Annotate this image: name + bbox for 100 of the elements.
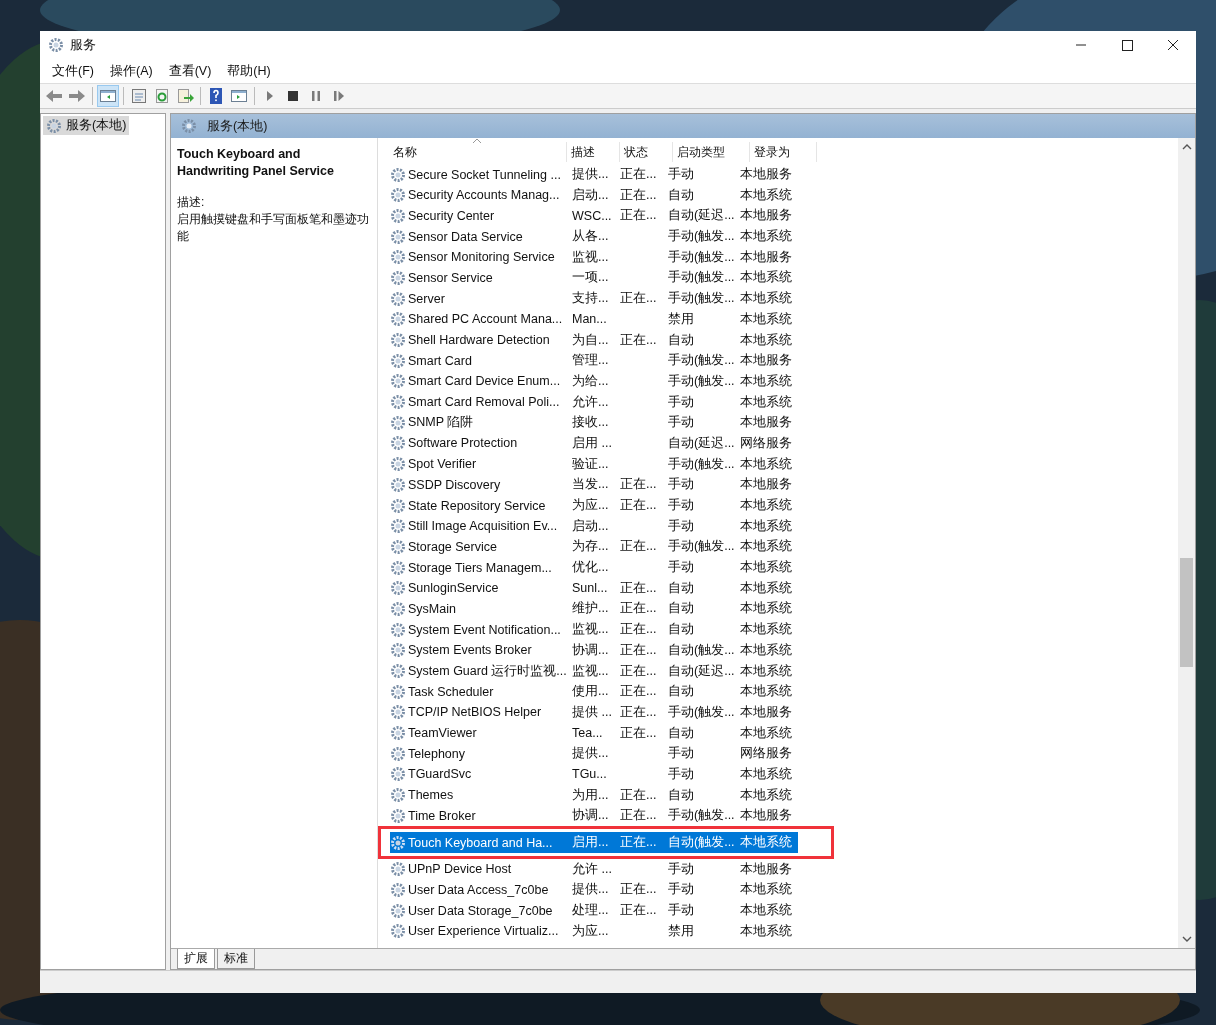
- table-cell-text: 正在...: [619, 476, 658, 494]
- table-cell-text: Telephony: [408, 746, 466, 761]
- menu-item[interactable]: 查看(V): [160, 60, 220, 82]
- table-row[interactable]: Task Scheduler 使用... 正在... 自动 本地系统: [390, 681, 798, 703]
- table-row[interactable]: System Events Broker 协调... 正在... 自动(触发... 本地系统: [390, 639, 798, 661]
- table-cell-text: 为存...: [571, 538, 610, 556]
- table-row[interactable]: User Data Storage_7c0be 处理... 正在... 手动 本地系统: [390, 900, 798, 922]
- table-cell-text: 本地服务: [739, 248, 793, 266]
- gear-icon: [390, 249, 406, 266]
- scroll-down-icon[interactable]: [1181, 936, 1192, 942]
- gear-icon: [390, 290, 406, 307]
- table-row[interactable]: System Event Notification... 监视... 正在... 自动 本地系统: [390, 619, 798, 641]
- table-row[interactable]: Software Protection 启用 ... 自动(延迟... 网络服务: [390, 432, 798, 454]
- table-row[interactable]: TeamViewer Tea... 正在... 自动 本地系统: [390, 722, 798, 744]
- gear-icon: [390, 642, 406, 659]
- table-cell-text: 本地系统: [739, 724, 793, 742]
- column-header[interactable]: 描述: [567, 142, 620, 162]
- table-row[interactable]: Smart Card Device Enum... 为给... 手动(触发... 本地系统: [390, 370, 798, 392]
- table-row[interactable]: Telephony 提供... 手动 网络服务: [390, 743, 798, 765]
- view-tab[interactable]: 标准: [217, 949, 255, 969]
- table-cell-text: 正在...: [619, 600, 658, 618]
- tree-item[interactable]: 服务(本地): [43, 116, 130, 135]
- table-cell-text: 正在...: [619, 641, 658, 659]
- table-row[interactable]: Still Image Acquisition Ev... 启动... 手动 本地系统: [390, 515, 798, 537]
- table-cell-text: 正在...: [619, 683, 658, 701]
- table-cell-text: 本地系统: [739, 834, 793, 851]
- table-row[interactable]: Shared PC Account Mana... Man... 禁用 本地系统: [390, 308, 798, 330]
- table-row[interactable]: Security Center WSC... 正在... 自动(延迟... 本地服务: [390, 205, 798, 227]
- scroll-thumb[interactable]: [1180, 558, 1193, 667]
- table-cell-text: User Experience Virtualiz...: [408, 924, 560, 939]
- table-cell-text: Smart Card Removal Poli...: [408, 395, 561, 410]
- gear-icon: [390, 166, 406, 183]
- table-row[interactable]: SunloginService Sunl... 正在... 自动 本地系统: [390, 577, 798, 599]
- table-cell-text: User Data Access_7c0be: [408, 882, 550, 897]
- gear-icon: [390, 807, 406, 824]
- table-row[interactable]: SSDP Discovery 当发... 正在... 手动 本地服务: [390, 474, 798, 496]
- table-cell-text: 本地服务: [739, 352, 793, 370]
- table-row[interactable]: Time Broker 协调... 正在... 手动(触发... 本地服务: [390, 805, 798, 827]
- table-cell-text: 自动: [667, 579, 695, 597]
- table-cell-text: 正在...: [619, 902, 658, 920]
- table-cell-text: 手动(触发...: [667, 248, 736, 266]
- table-row[interactable]: User Data Access_7c0be 提供... 正在... 手动 本地系统: [390, 879, 798, 901]
- table-row[interactable]: Sensor Data Service 从各... 手动(触发... 本地系统: [390, 226, 798, 248]
- table-cell-text: 手动: [667, 166, 695, 183]
- table-cell-text: 提供...: [571, 881, 610, 899]
- table-row[interactable]: Storage Tiers Managem... 优化... 手动 本地系统: [390, 557, 798, 579]
- table-row[interactable]: Spot Verifier 验证... 手动(触发... 本地系统: [390, 453, 798, 475]
- gear-icon: [46, 117, 62, 134]
- column-header[interactable]: 启动类型: [673, 142, 750, 162]
- table-row[interactable]: SNMP 陷阱 接收... 手动 本地服务: [390, 412, 798, 434]
- service-name: Touch Keyboard and Handwriting Panel Service: [177, 146, 335, 180]
- table-cell-text: Security Center: [408, 208, 496, 223]
- table-row[interactable]: Sensor Service 一项... 手动(触发... 本地系统: [390, 267, 798, 289]
- table-row[interactable]: Secure Socket Tunneling ... 提供... 正在... 手动 本地服务: [390, 164, 798, 185]
- table-row[interactable]: SysMain 维护... 正在... 自动 本地系统: [390, 598, 798, 620]
- table-cell-text: 本地系统: [739, 579, 793, 597]
- table-row[interactable]: Themes 为用... 正在... 自动 本地系统: [390, 784, 798, 806]
- gear-icon: [390, 621, 406, 638]
- description-text: 启用触摸键盘和手写面板笔和墨迹功能: [177, 211, 370, 245]
- table-cell-text: 本地系统: [739, 497, 793, 514]
- table-row[interactable]: Smart Card 管理... 手动(触发... 本地服务: [390, 350, 798, 372]
- table-cell-text: 协调...: [571, 641, 610, 659]
- table-row[interactable]: TGuardSvc TGu... 手动 本地系统: [390, 763, 798, 785]
- table-cell-text: 手动(触发...: [667, 372, 736, 390]
- table-row[interactable]: Smart Card Removal Poli... 允许... 手动 本地系统: [390, 391, 798, 413]
- table-cell-text: Storage Tiers Managem...: [408, 560, 553, 575]
- table-cell-text: 手动: [667, 497, 695, 514]
- table-row[interactable]: Security Accounts Manag... 启动... 正在... 自动 本地系统: [390, 184, 798, 206]
- table-row[interactable]: User Experience Virtualiz... 为应... 禁用 本地系统: [390, 920, 798, 942]
- scrollbar[interactable]: [1178, 138, 1195, 948]
- table-cell-text: 本地服务: [739, 703, 793, 721]
- view-tab[interactable]: 扩展: [177, 949, 215, 969]
- export-icon[interactable]: [175, 86, 195, 106]
- table-row[interactable]: State Repository Service 为应... 正在... 手动 本地系统: [390, 495, 798, 516]
- table-row[interactable]: Touch Keyboard and Ha... 启用... 正在... 自动(触发... 本地系统: [390, 832, 798, 853]
- table-row[interactable]: TCP/IP NetBIOS Helper 提供 ... 正在... 手动(触发... 本地服务: [390, 701, 798, 723]
- description-label: 描述:: [177, 194, 206, 211]
- table-row[interactable]: Storage Service 为存... 正在... 手动(触发... 本地系统: [390, 536, 798, 558]
- table-row[interactable]: System Guard 运行时监视... 监视... 正在... 自动(延迟... 本地系统: [390, 660, 798, 682]
- menu-item[interactable]: 操作(A): [101, 60, 161, 82]
- table-cell-text: 为给...: [571, 372, 610, 390]
- table-row[interactable]: Server 支持... 正在... 手动(触发... 本地系统: [390, 288, 798, 310]
- gear-icon: [390, 497, 406, 514]
- properties-icon[interactable]: [129, 86, 149, 106]
- table-row[interactable]: Shell Hardware Detection 为自... 正在... 自动 本地系统: [390, 329, 798, 351]
- table-cell-text: 优化...: [571, 559, 610, 577]
- table-cell-text: 手动: [667, 881, 695, 899]
- menu-item[interactable]: 帮助(H): [219, 60, 279, 82]
- table-cell-text: 手动: [667, 745, 695, 763]
- table-cell-text: 禁用: [667, 310, 695, 328]
- table-cell-text: 正在...: [619, 331, 658, 349]
- column-header[interactable]: 登录为: [750, 142, 817, 162]
- table-row[interactable]: UPnP Device Host 允许 ... 手动 本地服务: [390, 858, 798, 880]
- menu-item[interactable]: 文件(F): [44, 60, 102, 82]
- scroll-up-icon[interactable]: [1181, 144, 1192, 150]
- column-header[interactable]: 状态: [620, 142, 673, 162]
- console-tree-icon[interactable]: [98, 86, 118, 106]
- table-cell-text: TCP/IP NetBIOS Helper: [408, 705, 543, 720]
- table-row[interactable]: Sensor Monitoring Service 监视... 手动(触发... 本地服务: [390, 246, 798, 268]
- column-header[interactable]: 名称: [390, 142, 567, 162]
